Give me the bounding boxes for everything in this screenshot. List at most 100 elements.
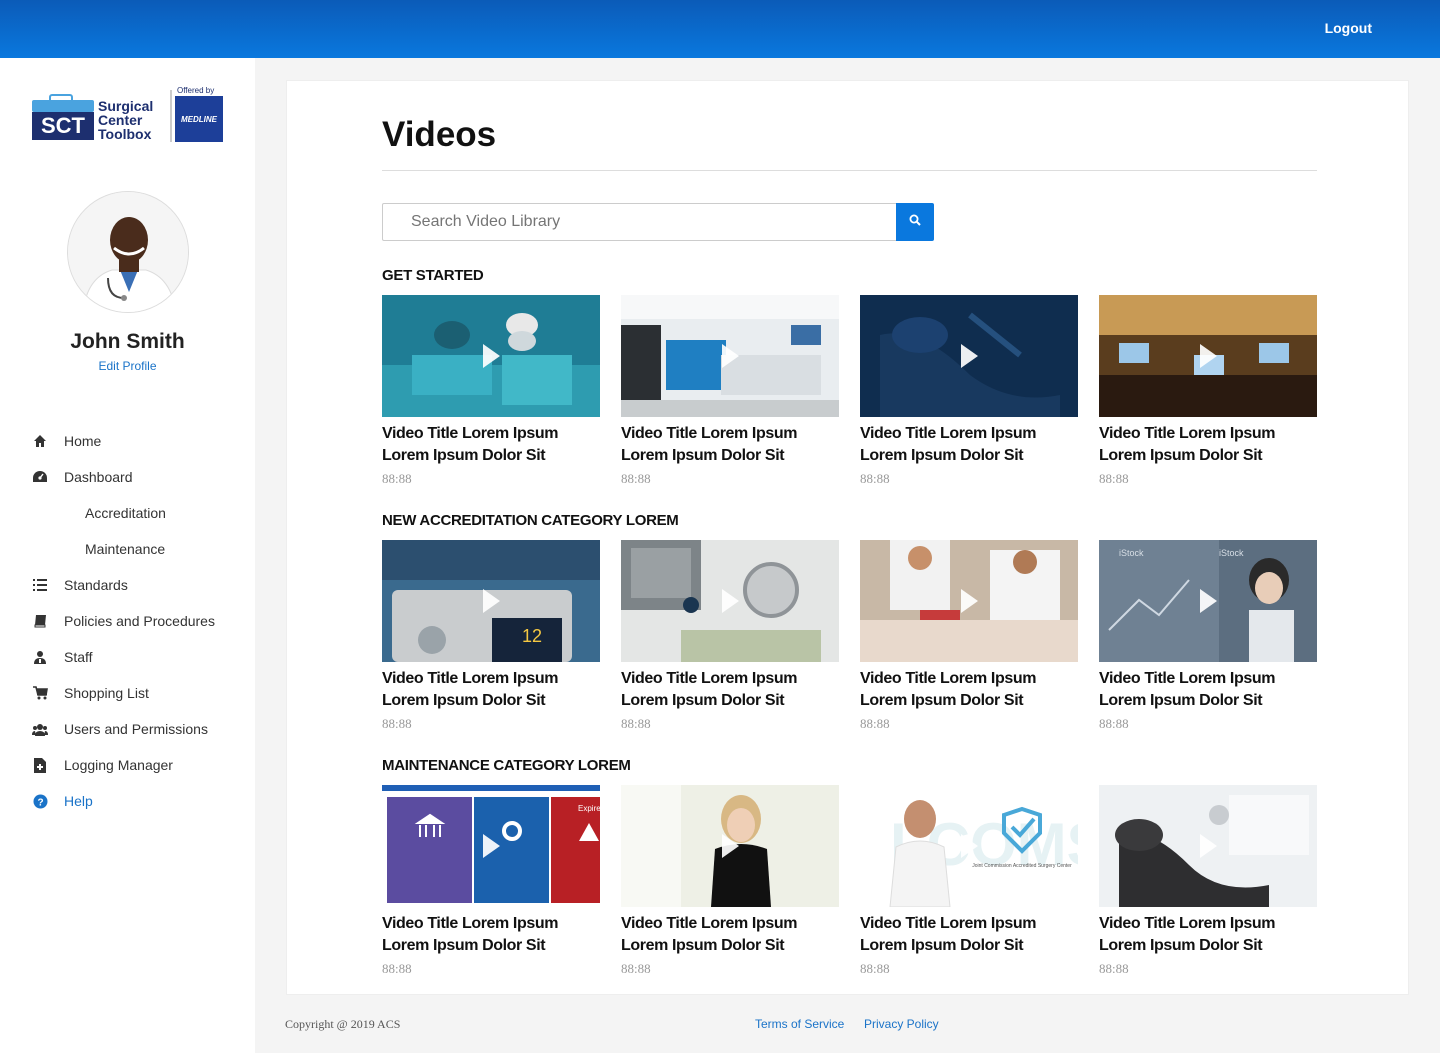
video-thumbnail[interactable]: Expired [382,785,600,907]
svg-text:Joint Commission Accredited Su: Joint Commission Accredited Surgery Cent… [972,863,1072,869]
video-duration: 88:88 [860,471,890,486]
file-medical-icon [32,757,48,773]
play-icon [1200,589,1217,613]
section-title-maintenance: MAINTENANCE CATEGORY LOREM [382,757,631,774]
video-card[interactable]: Video Title Lorem Ipsum Lorem Ipsum Dolo… [621,295,839,487]
video-duration: 88:88 [1099,961,1129,976]
nav-accreditation-label: Accreditation [85,505,166,521]
book-icon [32,613,48,629]
section-title-accreditation: NEW ACCREDITATION CATEGORY LOREM [382,512,679,529]
cart-icon [32,685,48,701]
avatar[interactable] [67,191,189,313]
nav-standards[interactable]: Standards [32,573,128,597]
video-duration: 88:88 [860,716,890,731]
video-title: Video Title Lorem Ipsum Lorem Ipsum Dolo… [621,915,798,954]
video-thumbnail[interactable] [621,785,839,907]
video-thumbnail[interactable] [621,295,839,417]
video-card[interactable]: 12 Video Title Lorem Ipsum Lorem Ipsum D… [382,540,600,732]
nav-users-label: Users and Permissions [64,721,208,737]
video-card[interactable]: LCOMSJoint Commission Accredited Surgery… [860,785,1078,977]
play-icon [722,834,739,858]
nav-policies[interactable]: Policies and Procedures [32,609,215,633]
play-icon [1200,834,1217,858]
video-title: Video Title Lorem Ipsum Lorem Ipsum Dolo… [382,425,559,464]
play-icon [961,834,978,858]
nav-shopping[interactable]: Shopping List [32,681,149,705]
nav-staff-label: Staff [64,649,93,665]
video-title: Video Title Lorem Ipsum Lorem Ipsum Dolo… [860,670,1037,709]
video-duration: 88:88 [621,471,651,486]
search-button[interactable] [896,203,934,241]
title-divider [382,170,1317,171]
nav-help[interactable]: ? Help [32,789,93,813]
nav-logging-label: Logging Manager [64,757,173,773]
video-card[interactable]: Video Title Lorem Ipsum Lorem Ipsum Dolo… [860,540,1078,732]
section-title-get-started: GET STARTED [382,267,484,284]
nav-policies-label: Policies and Procedures [64,613,215,629]
play-icon [483,344,500,368]
list-icon [32,577,48,593]
video-duration: 88:88 [621,961,651,976]
video-thumbnail[interactable] [1099,295,1317,417]
video-card[interactable]: Video Title Lorem Ipsum Lorem Ipsum Dolo… [860,295,1078,487]
video-card[interactable]: Video Title Lorem Ipsum Lorem Ipsum Dolo… [621,540,839,732]
video-card[interactable]: Video Title Lorem Ipsum Lorem Ipsum Dolo… [621,785,839,977]
video-thumbnail[interactable] [382,295,600,417]
terms-link[interactable]: Terms of Service [755,1017,844,1031]
logout-link[interactable]: Logout [1325,20,1372,36]
video-card[interactable]: Video Title Lorem Ipsum Lorem Ipsum Dolo… [1099,785,1317,977]
video-thumbnail[interactable]: LCOMSJoint Commission Accredited Surgery… [860,785,1078,907]
nav-logging[interactable]: Logging Manager [32,753,173,777]
video-duration: 88:88 [621,716,651,731]
svg-text:iStock: iStock [1119,548,1144,558]
nav-home[interactable]: Home [32,429,101,453]
nav-users[interactable]: Users and Permissions [32,717,208,741]
question-circle-icon: ? [32,793,48,809]
svg-text:Toolbox: Toolbox [98,126,152,142]
video-card[interactable]: Video Title Lorem Ipsum Lorem Ipsum Dolo… [1099,295,1317,487]
user-doctor-icon [32,649,48,665]
video-duration: 88:88 [1099,716,1129,731]
nav-maintenance-label: Maintenance [85,541,166,557]
play-icon [722,344,739,368]
play-icon [1200,344,1217,368]
video-thumbnail[interactable] [621,540,839,662]
privacy-link[interactable]: Privacy Policy [864,1017,939,1031]
video-thumbnail[interactable]: iStock iStock [1099,540,1317,662]
video-card[interactable]: Video Title Lorem Ipsum Lorem Ipsum Dolo… [382,295,600,487]
svg-text:?: ? [37,797,43,808]
video-thumbnail[interactable] [1099,785,1317,907]
video-thumbnail[interactable] [860,295,1078,417]
brand-logo[interactable]: SCT Surgical Center Toolbox Offered by M… [30,84,225,146]
nav-maintenance[interactable]: Maintenance [85,537,165,561]
main-content: Videos GET STARTED Video Title Lorem Ips… [286,80,1409,995]
video-title: Video Title Lorem Ipsum Lorem Ipsum Dolo… [621,670,798,709]
video-duration: 88:88 [382,716,412,731]
nav-help-label: Help [64,793,93,809]
nav-dashboard-label: Dashboard [64,469,133,485]
video-card[interactable]: iStock iStock Video Title Lorem Ipsum Lor… [1099,540,1317,732]
video-title: Video Title Lorem Ipsum Lorem Ipsum Dolo… [382,915,559,954]
play-icon [483,834,500,858]
edit-profile-link[interactable]: Edit Profile [0,359,255,373]
video-duration: 88:88 [1099,471,1129,486]
video-title: Video Title Lorem Ipsum Lorem Ipsum Dolo… [382,670,559,709]
nav-accreditation[interactable]: Accreditation [85,501,166,525]
video-title: Video Title Lorem Ipsum Lorem Ipsum Dolo… [860,915,1037,954]
copyright-text: Copyright @ 2019 ACS [285,1017,401,1031]
video-card[interactable]: Expired Video Title Lorem Ipsum Lorem Ip… [382,785,600,977]
nav-home-label: Home [64,433,102,449]
top-bar: Logout [0,0,1440,58]
nav-shopping-label: Shopping List [64,685,149,701]
search-input[interactable] [382,203,897,241]
nav-standards-label: Standards [64,577,128,593]
nav-dashboard[interactable]: Dashboard [32,465,133,489]
user-name: John Smith [70,330,185,353]
play-icon [483,589,500,613]
home-icon [32,433,48,449]
users-icon [32,721,48,737]
video-thumbnail[interactable]: 12 [382,540,600,662]
video-thumbnail[interactable] [860,540,1078,662]
nav-staff[interactable]: Staff [32,645,93,669]
svg-text:MEDLINE: MEDLINE [181,115,218,124]
